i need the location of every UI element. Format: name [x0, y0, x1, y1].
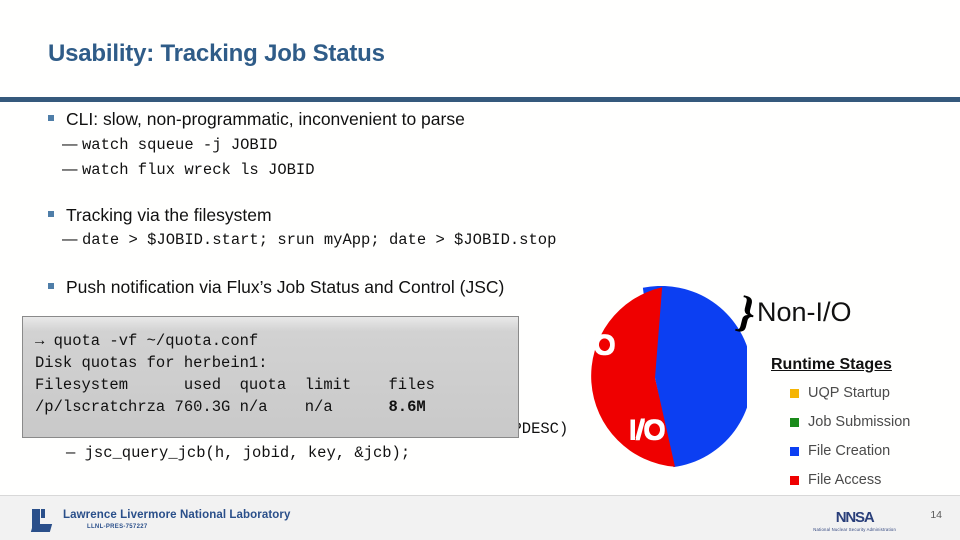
nnsa-logo: NNSA National Nuclear Security Administr… — [813, 509, 896, 532]
terminal-line: Filesystem used quota limit files — [35, 376, 435, 394]
nnsa-subtitle: National Nuclear Security Administration — [813, 527, 896, 532]
slide-canvas: Usability: Tracking Job Status CLI: slow… — [0, 0, 960, 540]
legend-item: File Access — [790, 472, 960, 488]
sub-bullet-item: — watch squeue -j JOBID — [62, 133, 960, 157]
em-dash-icon: — — [62, 135, 78, 153]
legend-item: UQP Startup — [790, 385, 960, 401]
sub-bullet-label: date > $JOBID.start; srun myApp; date > … — [82, 231, 557, 250]
llnl-org-name: Lawrence Livermore National Laboratory — [63, 509, 291, 521]
sub-bullet-label: watch flux wreck ls JOBID — [82, 160, 315, 179]
bullet-square-icon — [48, 283, 54, 290]
llnl-logo-icon — [30, 508, 56, 534]
llnl-branding: Lawrence Livermore National Laboratory L… — [30, 508, 290, 534]
sub-bullet-item: — date > $JOBID.start; srun myApp; date … — [62, 228, 960, 252]
page-number: 14 — [930, 509, 942, 521]
pie-slices — [591, 286, 747, 468]
legend-label: File Access — [808, 472, 882, 488]
slide-body: CLI: slow, non-programmatic, inconvenien… — [0, 108, 960, 300]
legend-title: Runtime Stages — [771, 356, 892, 373]
legend-swatch-uqp-startup — [790, 388, 799, 398]
pie-slice-label-file-creation: I/O — [629, 415, 666, 445]
bullet-item: CLI: slow, non-programmatic, inconvenien… — [46, 108, 960, 132]
legend: UQP Startup Job Submission File Creation… — [790, 385, 960, 501]
terminal-line: /p/lscratchrza 760.3G n/a n/a 8.6M — [35, 396, 518, 418]
em-dash-icon: — — [62, 231, 78, 249]
legend-item: File Creation — [790, 443, 960, 459]
bullet-item: Tracking via the filesystem — [46, 204, 960, 228]
non-io-annotation-label: Non-I/O — [757, 297, 852, 327]
llnl-release-number: LLNL-PRES-757227 — [87, 524, 148, 531]
legend-label: Job Submission — [808, 414, 911, 430]
bullet-label: Push notification via Flux’s Job Status … — [66, 277, 505, 298]
page-title: Usability: Tracking Job Status — [48, 40, 385, 67]
legend-swatch-file-access — [790, 475, 799, 485]
terminal-line: Disk quotas for herbein1: — [35, 354, 268, 372]
terminal-line: → quota -vf ~/quota.conf — [35, 332, 259, 350]
legend-label: File Creation — [808, 443, 891, 459]
legend-swatch-file-creation — [790, 446, 799, 456]
legend-swatch-job-submission — [790, 417, 799, 427]
terminal-screenshot: → quota -vf ~/quota.conf Disk quotas for… — [22, 316, 519, 438]
terminal-line-prefix: /p/lscratchrza 760.3G n/a n/a — [35, 398, 389, 416]
sub-bullet-item: — watch flux wreck ls JOBID — [62, 158, 960, 182]
obscured-text-line: — jsc_query_jcb(h, jobid, key, &jcb); — [66, 444, 411, 462]
bullet-label: CLI: slow, non-programmatic, inconvenien… — [66, 109, 465, 129]
em-dash-icon: — — [62, 160, 78, 178]
llnl-text-block: Lawrence Livermore National Laboratory L… — [63, 508, 290, 530]
bullet-label: Tracking via the filesystem — [66, 204, 272, 225]
nnsa-wordmark: NNSA — [835, 509, 875, 526]
legend-label: UQP Startup — [808, 385, 890, 401]
title-divider — [0, 97, 960, 102]
bullet-square-icon — [48, 210, 54, 217]
sub-bullet-label: watch squeue -j JOBID — [82, 135, 278, 154]
bullet-square-icon — [48, 115, 54, 121]
legend-item: Job Submission — [790, 414, 960, 430]
pie-slice-label-file-access: I/O — [579, 330, 616, 360]
terminal-files-value: 8.6M — [388, 398, 426, 416]
